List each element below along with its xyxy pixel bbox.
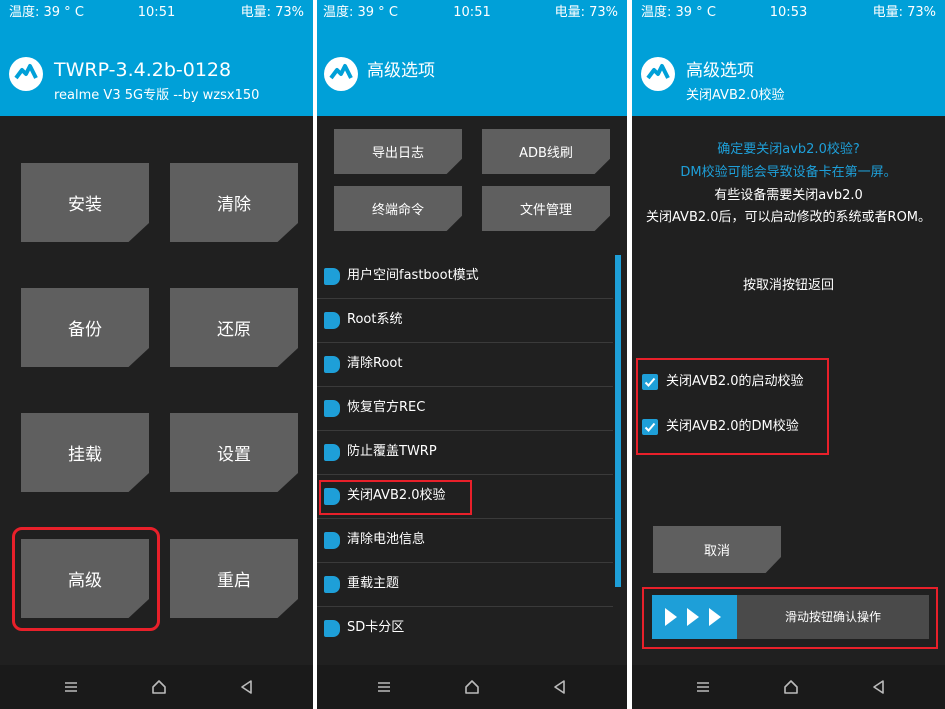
back-icon[interactable] xyxy=(236,676,258,698)
backup-button[interactable]: 备份 xyxy=(21,288,149,367)
list-item[interactable]: 防止覆盖TWRP xyxy=(317,431,613,475)
page-subtitle: 关闭AVB2.0校验 xyxy=(686,88,785,103)
wipe-button[interactable]: 清除 xyxy=(170,163,298,242)
cancel-button[interactable]: 取消 xyxy=(653,526,781,573)
status-bar: 温度: 39 ° C 10:53 电量: 73% xyxy=(632,0,945,26)
bullet-icon xyxy=(324,576,340,593)
list-item[interactable]: 清除Root xyxy=(317,343,613,387)
back-icon[interactable] xyxy=(868,676,890,698)
list-item[interactable]: 用户空间fastboot模式 xyxy=(317,255,613,299)
list-item[interactable]: Root系统 xyxy=(317,299,613,343)
home-icon[interactable] xyxy=(780,676,802,698)
cancel-hint-text: 按取消按钮返回 xyxy=(742,278,834,293)
terminal-button[interactable]: 终端命令 xyxy=(334,186,462,231)
note-text-2: 关闭AVB2.0后，可以启动修改的系统或者ROM。 xyxy=(645,210,932,225)
bullet-icon xyxy=(324,532,340,549)
list-item[interactable]: SD卡分区 xyxy=(317,607,613,650)
status-bar: 温度: 39 ° C 10:51 电量: 73% xyxy=(0,0,313,26)
twrp-logo-icon xyxy=(9,57,43,91)
menu-icon[interactable] xyxy=(60,676,82,698)
menu-icon[interactable] xyxy=(692,676,714,698)
note-text-1: 有些设备需要关闭avb2.0 xyxy=(714,188,863,203)
bullet-icon xyxy=(324,620,340,637)
nav-bar xyxy=(317,665,627,709)
list-item[interactable]: 重载主题 xyxy=(317,563,613,607)
highlight-slider xyxy=(642,587,938,649)
bullet-icon xyxy=(324,268,340,285)
home-icon[interactable] xyxy=(461,676,483,698)
main-menu-panel: 温度: 39 ° C 10:51 电量: 73% TWRP-3.4.2b-012… xyxy=(0,0,313,709)
highlight-advanced xyxy=(12,527,160,631)
nav-bar xyxy=(0,665,313,709)
adb-sideload-button[interactable]: ADB线刷 xyxy=(482,129,610,174)
confirm-text: 确定要关闭avb2.0校验? xyxy=(717,142,860,157)
battery-text: 电量: 73% xyxy=(554,5,618,20)
advanced-options-panel: 温度: 39 ° C 10:51 电量: 73% 高级选项 导出日志 ADB线刷… xyxy=(317,0,627,709)
bullet-icon xyxy=(324,444,340,461)
reboot-button[interactable]: 重启 xyxy=(170,539,298,618)
app-title: TWRP-3.4.2b-0128 xyxy=(54,59,232,81)
back-icon[interactable] xyxy=(549,676,571,698)
header xyxy=(632,26,945,116)
bullet-icon xyxy=(324,400,340,417)
twrp-logo-icon xyxy=(641,57,675,91)
app-subtitle: realme V3 5G专版 --by wzsx150 xyxy=(54,88,260,103)
bullet-icon xyxy=(324,356,340,373)
file-manager-button[interactable]: 文件管理 xyxy=(482,186,610,231)
header xyxy=(317,26,627,116)
mount-button[interactable]: 挂载 xyxy=(21,413,149,492)
status-bar: 温度: 39 ° C 10:51 电量: 73% xyxy=(317,0,627,26)
page-title: 高级选项 xyxy=(367,61,435,81)
disable-avb-panel: 温度: 39 ° C 10:53 电量: 73% 高级选项 关闭AVB2.0校验… xyxy=(632,0,945,709)
page-title: 高级选项 xyxy=(686,61,754,81)
list-item[interactable]: 清除电池信息 xyxy=(317,519,613,563)
export-log-button[interactable]: 导出日志 xyxy=(334,129,462,174)
nav-bar xyxy=(632,665,945,709)
highlight-checkboxes xyxy=(636,358,829,455)
battery-text: 电量: 73% xyxy=(872,5,936,20)
menu-icon[interactable] xyxy=(373,676,395,698)
battery-text: 电量: 73% xyxy=(240,5,304,20)
bullet-icon xyxy=(324,312,340,329)
settings-button[interactable]: 设置 xyxy=(170,413,298,492)
highlight-disable-avb xyxy=(319,480,472,515)
home-icon[interactable] xyxy=(148,676,170,698)
twrp-logo-icon xyxy=(324,57,358,91)
scrollbar[interactable] xyxy=(615,255,621,587)
restore-button[interactable]: 还原 xyxy=(170,288,298,367)
warning-text: DM校验可能会导致设备卡在第一屏。 xyxy=(680,165,897,180)
install-button[interactable]: 安装 xyxy=(21,163,149,242)
list-item[interactable]: 恢复官方REC xyxy=(317,387,613,431)
